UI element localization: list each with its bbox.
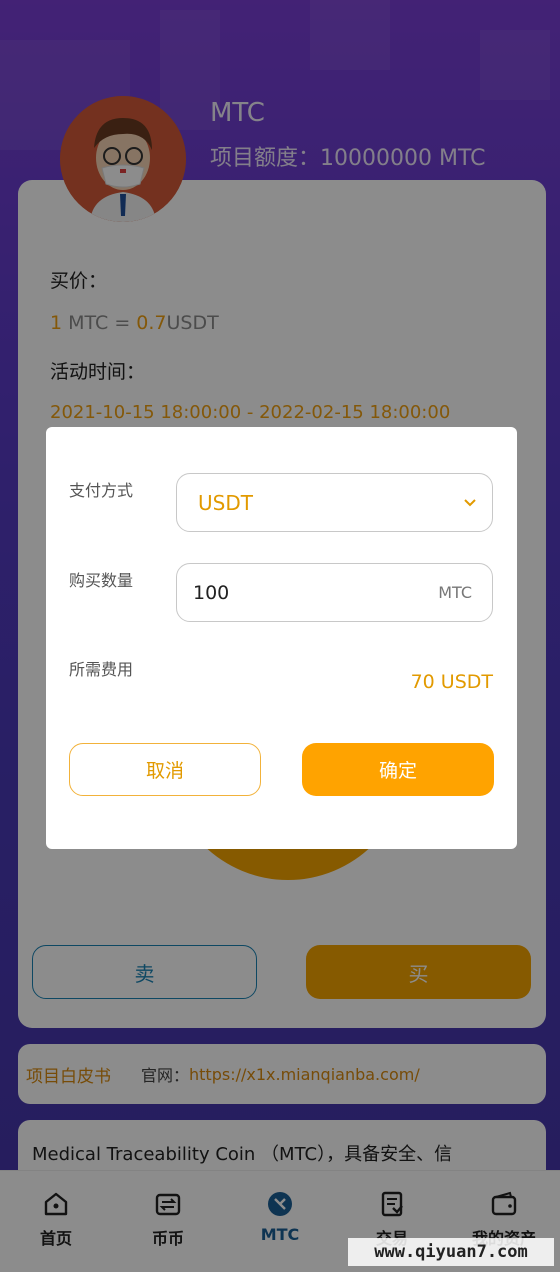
confirm-button[interactable]: 确定 xyxy=(302,743,494,796)
quantity-label: 购买数量 xyxy=(69,571,134,590)
cancel-button[interactable]: 取消 xyxy=(69,743,261,796)
quantity-unit: MTC xyxy=(438,583,472,602)
quantity-input[interactable] xyxy=(193,581,393,604)
quantity-field: MTC xyxy=(176,563,493,622)
payment-method-label: 支付方式 xyxy=(69,481,134,500)
fee-value: 70 USDT xyxy=(410,671,493,693)
fee-label: 所需费用 xyxy=(69,660,134,679)
watermark: www.qiyuan7.com xyxy=(348,1238,554,1266)
payment-method-value: USDT xyxy=(198,490,253,515)
chevron-down-icon xyxy=(464,499,476,507)
payment-method-select[interactable]: USDT xyxy=(176,473,493,532)
purchase-modal: 支付方式 USDT 购买数量 MTC 所需费用 70 USDT 取消 确定 xyxy=(46,427,517,849)
